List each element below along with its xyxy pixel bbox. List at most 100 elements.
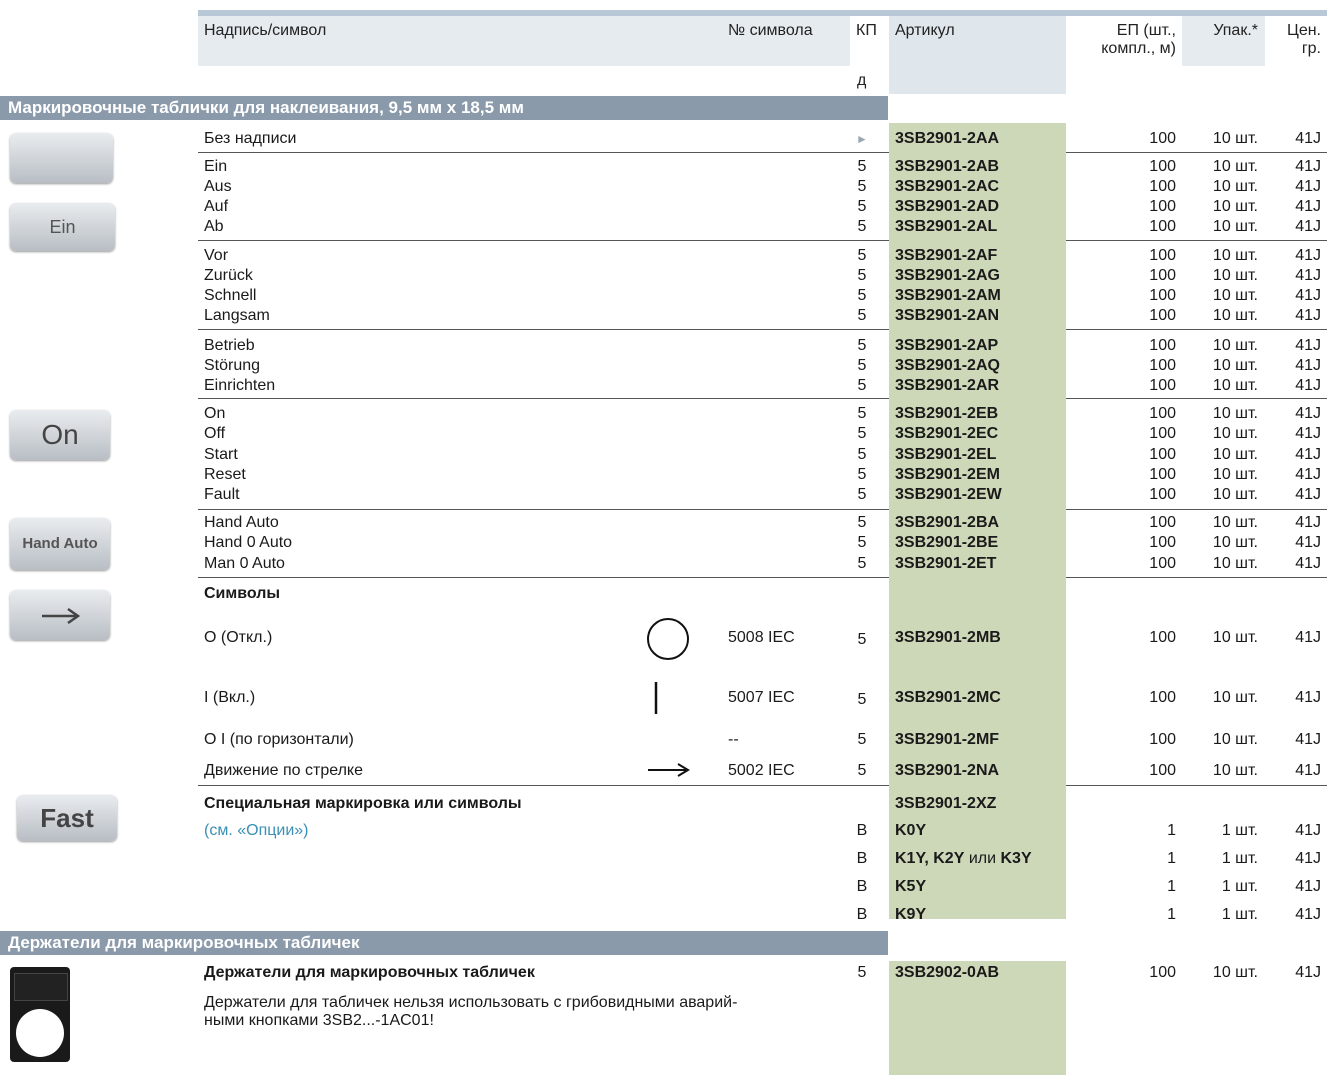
cell-art: 3SB2901-2BA	[895, 514, 1000, 531]
symbols-title: Символы	[204, 585, 281, 602]
cell-kp: 5	[857, 218, 867, 235]
cell-kp: ►	[856, 132, 868, 146]
table-row: (см. «Опции») B K0Y 1 1 шт. 41J	[204, 821, 1321, 841]
separator	[198, 398, 889, 399]
cell-up: 10 шт.	[1212, 178, 1258, 195]
cell-kp: 5	[857, 377, 867, 394]
table-row: Man 0 Auto 5 3SB2901-2ET 100 10 шт. 41J	[0, 554, 1327, 574]
cell-kp: 5	[857, 307, 867, 324]
separator	[198, 785, 889, 786]
cell-ep: 100	[1149, 287, 1176, 304]
cell-ep: 100	[1149, 514, 1176, 531]
table-row: B K5Y 1 1 шт. 41J	[856, 878, 1321, 895]
table-row: Fault 5 3SB2901-2EW 100 10 шт. 41J	[0, 485, 1327, 505]
cell-kp: 5	[857, 267, 867, 284]
table-row: I (Вкл.) 5007 IEC 5 3SB2901-2MC 100 10 ш…	[204, 689, 1321, 708]
cell-up: 10 шт.	[1212, 446, 1258, 463]
holder-row: Держатели для маркировочных табличек 5 3…	[204, 964, 1321, 981]
table-row: On 5 3SB2901-2EB 100 10 шт. 41J	[0, 404, 1327, 424]
cell-pr: 41J	[1295, 158, 1321, 175]
cell-kp: 5	[857, 357, 867, 374]
header-ep: ЕП (шт., компл., м)	[1101, 22, 1176, 57]
cell-pr: 41J	[1295, 287, 1321, 304]
cell-label: Start	[204, 446, 238, 463]
cell-pr: 41J	[1295, 405, 1321, 422]
cell-art: 3SB2901-2AF	[895, 247, 998, 264]
cell-pr: 41J	[1295, 446, 1321, 463]
cell-label: Störung	[204, 357, 261, 374]
table-row: B K1Y, K2Y или K3Y 1 1 шт. 41J	[856, 850, 1321, 867]
cell-up: 10 шт.	[1212, 486, 1258, 503]
line-symbol-icon	[654, 682, 658, 714]
separator	[1066, 509, 1327, 510]
separator	[1066, 240, 1327, 241]
circle-symbol-icon	[647, 618, 689, 660]
cell-art: 3SB2901-2EW	[895, 486, 1002, 503]
cell-art: 3SB2901-2AL	[895, 218, 998, 235]
cell-label: Fault	[204, 486, 240, 503]
cell-kp: 5	[857, 198, 867, 215]
cell-ep: 100	[1149, 446, 1176, 463]
header-symbol: № символа	[728, 22, 813, 39]
special-title-row: Специальная маркировка или символы 3SB29…	[204, 795, 997, 812]
cell-label: On	[204, 405, 226, 422]
cell-ep: 100	[1149, 486, 1176, 503]
cell-label: Zurück	[204, 267, 253, 284]
cell-kp: 5	[857, 287, 867, 304]
cell-kp: 5	[857, 247, 867, 264]
cell-kp: 5	[857, 425, 867, 442]
table-row: Einrichten 5 3SB2901-2AR 100 10 шт. 41J	[0, 376, 1327, 396]
separator	[1066, 329, 1327, 330]
cell-up: 10 шт.	[1212, 466, 1258, 483]
cell-pr: 41J	[1295, 130, 1321, 147]
table-row: Zurück 5 3SB2901-2AG 100 10 шт. 41J	[0, 266, 1327, 286]
cell-art: 3SB2901-2EC	[895, 425, 999, 442]
cell-up: 10 шт.	[1212, 158, 1258, 175]
cell-pr: 41J	[1295, 534, 1321, 551]
cell-ep: 100	[1149, 130, 1176, 147]
cell-label: Hand Auto	[204, 514, 279, 531]
cell-kp: 5	[857, 178, 867, 195]
cell-kp: 5	[857, 514, 867, 531]
table-row: Ab 5 3SB2901-2AL 100 10 шт. 41J	[0, 217, 1327, 237]
table-row: Reset 5 3SB2901-2EM 100 10 шт. 41J	[0, 465, 1327, 485]
cell-label: Man 0 Auto	[204, 555, 285, 572]
cell-up: 10 шт.	[1212, 405, 1258, 422]
cell-up: 10 шт.	[1212, 425, 1258, 442]
cell-kp: 5	[857, 466, 867, 483]
cell-pr: 41J	[1295, 178, 1321, 195]
cell-label: Langsam	[204, 307, 270, 324]
cell-art: 3SB2901-2EM	[895, 466, 1000, 483]
cell-label: Schnell	[204, 287, 257, 304]
cell-ep: 100	[1149, 405, 1176, 422]
cell-pr: 41J	[1295, 307, 1321, 324]
separator	[1066, 577, 1327, 578]
table-row: Aus 5 3SB2901-2AC 100 10 шт. 41J	[0, 177, 1327, 197]
cell-ep: 100	[1149, 466, 1176, 483]
cell-kp: 5	[857, 446, 867, 463]
table-row: Off 5 3SB2901-2EC 100 10 шт. 41J	[0, 424, 1327, 444]
cell-art: 3SB2901-2AA	[895, 130, 1000, 147]
separator	[198, 577, 889, 578]
cell-pr: 41J	[1295, 247, 1321, 264]
cell-art: 3SB2901-2AM	[895, 287, 1001, 304]
cell-art: 3SB2901-2AG	[895, 267, 1000, 284]
cell-pr: 41J	[1295, 466, 1321, 483]
cell-ep: 100	[1149, 198, 1176, 215]
table-row: Auf 5 3SB2901-2AD 100 10 шт. 41J	[0, 197, 1327, 217]
options-link[interactable]: (см. «Опции»)	[204, 821, 309, 841]
cell-art: 3SB2901-2BE	[895, 534, 999, 551]
cell-ep: 100	[1149, 337, 1176, 354]
separator	[1066, 398, 1327, 399]
table-row: Без надписи ► 3SB2901-2AA 100 10 шт. 41J	[0, 129, 1327, 149]
cell-pr: 41J	[1295, 357, 1321, 374]
table-row: B K9Y 1 1 шт. 41J	[856, 906, 1321, 923]
cell-label: Off	[204, 425, 226, 442]
cell-pr: 41J	[1295, 267, 1321, 284]
cell-pr: 41J	[1295, 218, 1321, 235]
cell-art: 3SB2901-2AP	[895, 337, 999, 354]
cell-art: 3SB2901-2ET	[895, 555, 997, 572]
cell-art: 3SB2901-2EB	[895, 405, 999, 422]
table-row: Schnell 5 3SB2901-2AM 100 10 шт. 41J	[0, 286, 1327, 306]
holder-note: Держатели для табличек нельзя использова…	[204, 994, 738, 1029]
